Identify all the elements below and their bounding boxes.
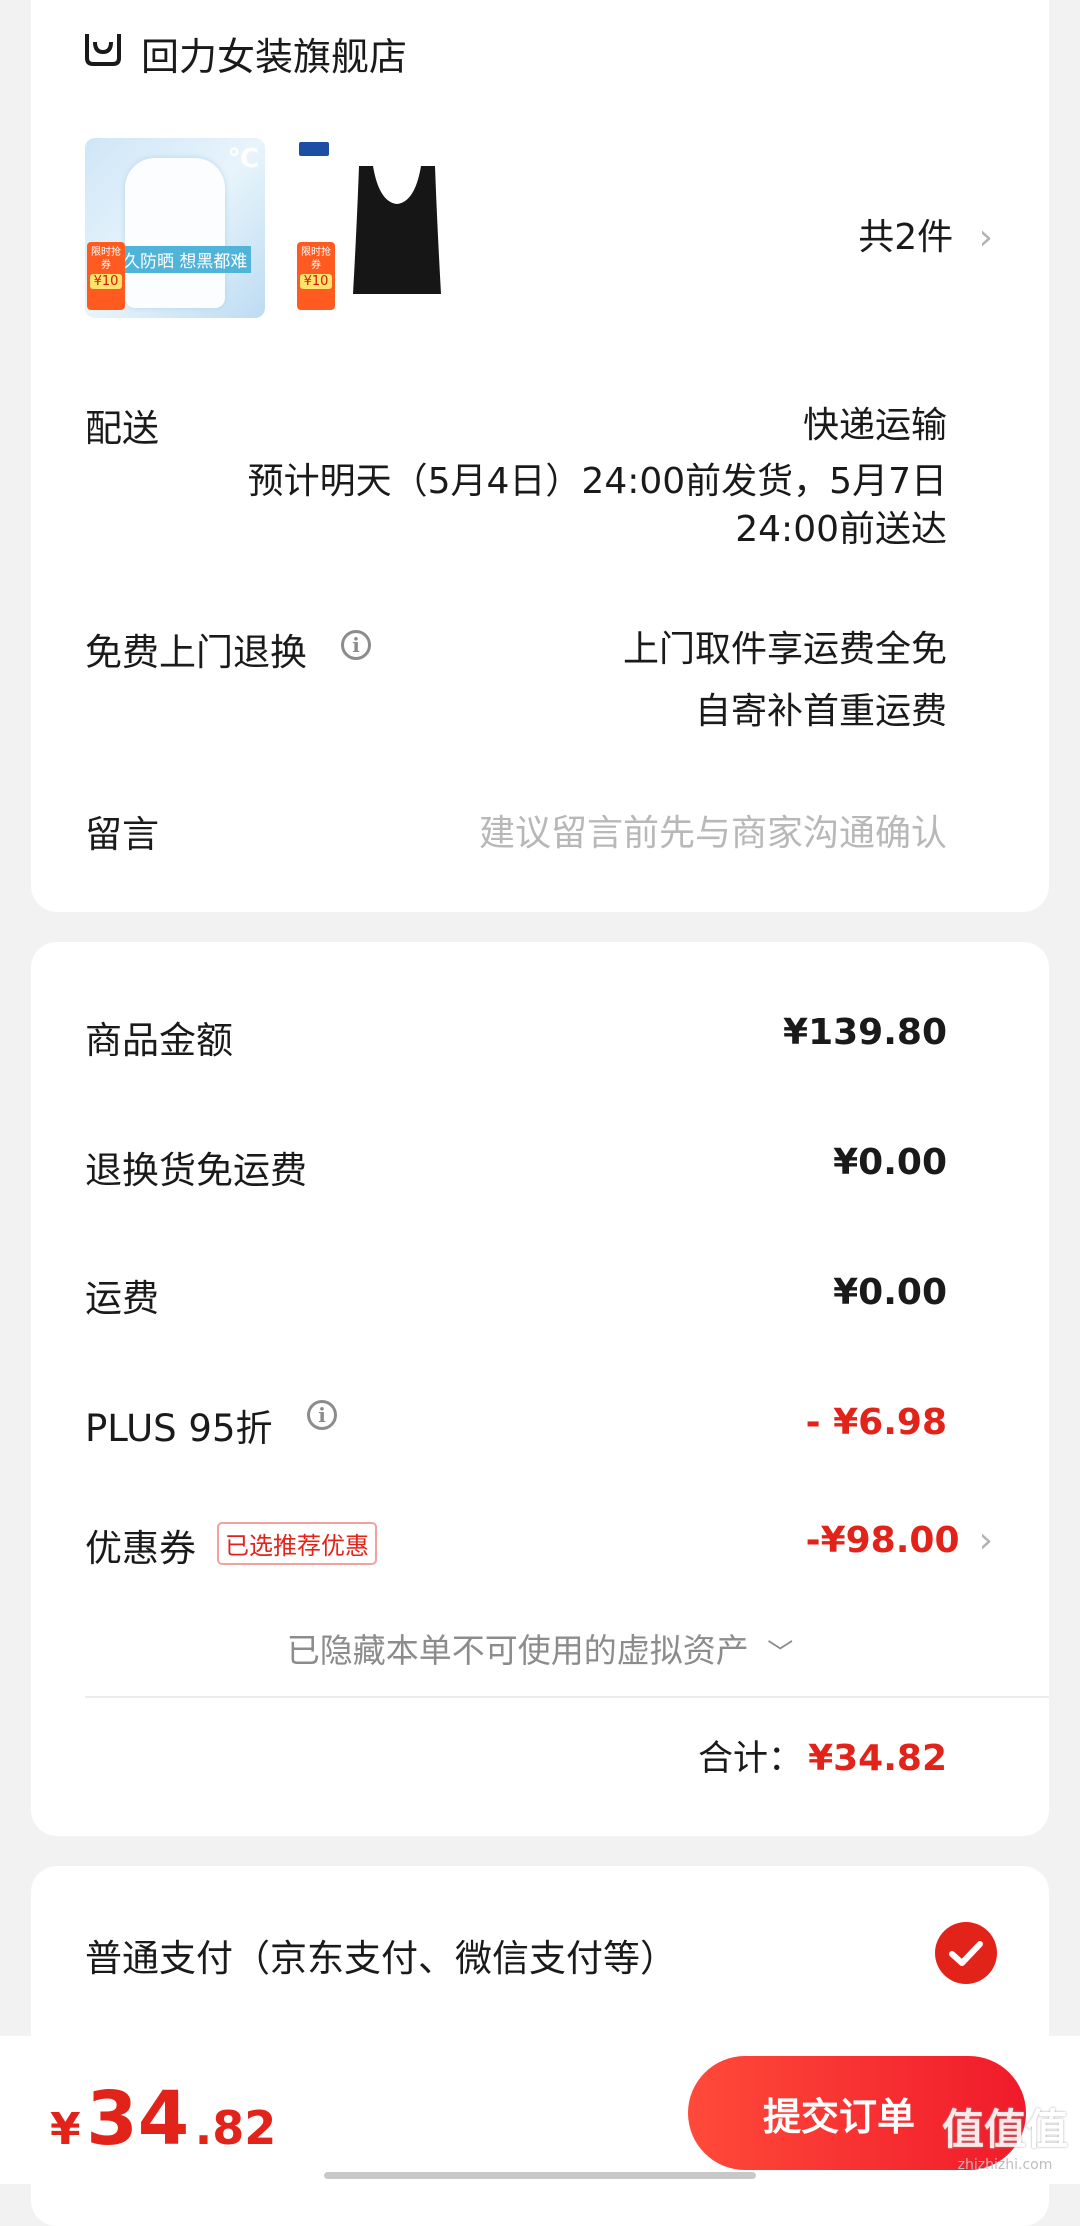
store-icon [83,28,123,68]
banner-text: 久防晒 想黑都难 [119,246,252,273]
bottom-price: ¥ 34 .82 [50,2076,276,2162]
return-shipping-label: 退换货免运费 [85,1149,307,1192]
return-service-line1: 上门取件享运费全免 [622,629,947,670]
badge-top: 限时抢券 [91,247,121,271]
info-icon[interactable]: i [307,1400,337,1430]
chevron-right-icon: › [978,217,993,258]
product-count[interactable]: 共2件 › [858,208,993,260]
order-info-card: 回力女装旗舰店 ℃ 久防晒 想黑都难 限时抢券 ¥10 限时抢券 ¥10 共2件… [31,0,1049,912]
check-icon[interactable] [935,1922,997,1984]
delivery-label: 配送 [85,407,159,450]
delivery-estimate-line2: 24:00前送达 [735,509,947,550]
plus-discount-label: PLUS 95折 [85,1407,273,1450]
plus-discount-value: - ¥6.98 [805,1402,947,1443]
watermark-logo: 值值值 [941,2105,1068,2154]
goods-amount-label: 商品金额 [85,1019,233,1062]
coupon-badge: 限时抢券 ¥10 [87,242,125,310]
watermark: 值值值 zhizhizhi.com [930,2096,1080,2173]
badge-top: 限时抢券 [301,247,331,271]
message-input[interactable]: 建议留言前先与商家沟通确认 [479,804,947,856]
return-service-line2: 自寄补首重运费 [694,691,947,732]
price-decimal: .82 [194,2101,277,2155]
hidden-assets-text: 已隐藏本单不可使用的虚拟资产 [286,1631,749,1670]
total-value: ¥34.82 [808,1738,947,1779]
message-label: 留言 [85,813,159,856]
delivery-method[interactable]: 快递运输 [803,396,947,448]
store-name[interactable]: 回力女装旗舰店 [141,26,407,81]
product-count-label: 共2件 [858,217,954,258]
bottom-bar: ¥ 34 .82 提交订单 [0,2036,1080,2184]
goods-amount-value: ¥139.80 [783,1012,947,1053]
coupon-selector[interactable]: -¥98.00 › [806,1520,993,1561]
shipping-fee-value: ¥0.00 [833,1272,947,1313]
info-icon[interactable]: i [341,630,371,660]
payment-option-label: 普通支付（京东支付、微信支付等） [85,1937,677,1980]
coupon-badge: 限时抢券 ¥10 [297,242,335,310]
shipping-fee-label: 运费 [85,1277,159,1320]
product-thumbnail-1[interactable]: ℃ 久防晒 想黑都难 限时抢券 ¥10 [85,138,265,318]
chevron-right-icon: › [978,1520,993,1561]
tank-top-image [349,162,445,298]
total-label: 合计： [697,1739,803,1779]
brand-logo [299,142,329,156]
delivery-estimate-line1: 预计明天（5月4日）24:00前发货，5月7日 [247,461,947,502]
home-indicator [324,2172,756,2179]
price-integer: 34 [86,2076,190,2162]
coupon-label: 优惠券 [85,1527,196,1570]
return-service-label: 免费上门退换 [85,631,307,674]
coupon-recommended-tag: 已选推荐优惠 [217,1522,377,1565]
product-thumbnail-2[interactable]: 限时抢券 ¥10 [295,138,475,318]
return-shipping-value: ¥0.00 [833,1142,947,1183]
price-summary-card: 商品金额 ¥139.80 退换货免运费 ¥0.00 运费 ¥0.00 PLUS … [31,942,1049,1836]
price-currency: ¥ [50,2104,81,2155]
submit-order-label: 提交订单 [762,2094,915,2139]
hidden-assets-toggle[interactable]: 已隐藏本单不可使用的虚拟资产 ﹀ [31,1624,1049,1672]
watermark-url: zhizhizhi.com [957,2157,1053,2173]
divider [85,1696,1049,1698]
temperature-label: ℃ [227,144,259,174]
badge-price: ¥10 [90,274,122,289]
jacket-image [125,158,225,308]
badge-price: ¥10 [300,274,332,289]
coupon-value: -¥98.00 [805,1520,960,1561]
chevron-down-icon: ﹀ [767,1639,794,1669]
total-row: 合计： ¥34.82 [698,1730,947,1781]
